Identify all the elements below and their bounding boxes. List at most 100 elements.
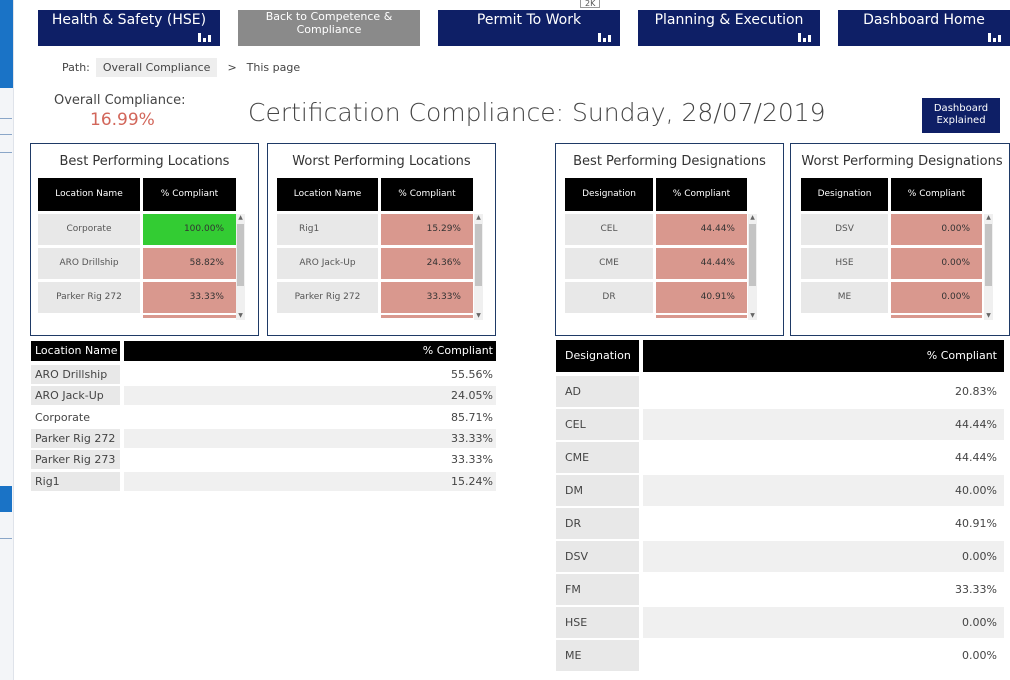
background-line	[0, 134, 12, 135]
scroll-down-icon[interactable]: ▼	[984, 312, 993, 320]
bar-chart-icon	[798, 32, 812, 42]
table-cell-value: 33.33%	[381, 282, 473, 313]
nav-planning-label: Planning & Execution	[654, 12, 804, 28]
panel-title: Best Performing Designations	[573, 154, 766, 169]
table-cell-name: Parker Rig 272	[31, 429, 120, 448]
scroll-down-icon[interactable]: ▼	[748, 312, 757, 320]
column-header[interactable]: Designation	[801, 178, 888, 211]
nav-hse-label: Health & Safety (HSE)	[51, 12, 207, 28]
table-row-partial	[656, 315, 747, 318]
top-badge: 2K	[580, 0, 601, 8]
background-line	[0, 118, 12, 119]
table-cell-value: 24.05%	[124, 386, 496, 405]
background-line	[0, 152, 12, 153]
column-header[interactable]: % Compliant	[656, 178, 747, 211]
bar-chart-icon	[198, 32, 212, 42]
table-cell-value: 100.00%	[143, 214, 236, 245]
table-cell-name: Parker Rig 272	[38, 282, 140, 313]
table-row-partial	[891, 315, 982, 318]
nav-permit-button[interactable]: Permit To Work	[438, 10, 620, 46]
table-cell-name: DR	[565, 282, 653, 313]
table-cell-name: DR	[556, 508, 639, 539]
table-cell-name: CME	[556, 442, 639, 473]
background-accent	[0, 486, 12, 512]
panel-scrollbar[interactable]: ▲ ▼	[474, 214, 483, 320]
table-cell-value: 44.44%	[643, 409, 1004, 440]
table-cell-value: 44.44%	[955, 451, 997, 464]
table-cell-name: FM	[556, 574, 639, 605]
table-cell-value: 40.00%	[643, 475, 1004, 506]
column-header[interactable]: % Compliant	[124, 341, 496, 361]
breadcrumb-current: This page	[246, 61, 301, 74]
table-cell-value: 15.24%	[124, 472, 496, 491]
scroll-thumb[interactable]	[985, 224, 992, 286]
table-cell-value: 15.29%	[381, 214, 473, 245]
scroll-down-icon[interactable]: ▼	[474, 312, 483, 320]
table-cell-value: 55.56%	[451, 368, 493, 381]
worst-designations-panel: Worst Performing Designations Designatio…	[790, 143, 1010, 336]
breadcrumb-overall-compliance[interactable]: Overall Compliance	[95, 58, 218, 77]
table-cell-name: ARO Drillship	[38, 248, 140, 279]
table-cell-name: DM	[556, 475, 639, 506]
table-cell-name: ARO Jack-Up	[31, 386, 120, 405]
column-header[interactable]: Designation	[565, 178, 653, 211]
scroll-up-icon[interactable]: ▲	[984, 214, 993, 222]
table-cell-name: CEL	[556, 409, 639, 440]
table-cell-value: 0.00%	[643, 541, 1004, 572]
table-cell-name: ME	[556, 640, 639, 671]
panel-scrollbar[interactable]: ▲ ▼	[236, 214, 245, 320]
column-header[interactable]: Location Name	[31, 341, 120, 361]
table-cell-name: ARO Drillship	[31, 365, 120, 384]
column-header[interactable]: Location Name	[38, 178, 140, 211]
table-cell-value: 40.91%	[955, 517, 997, 530]
table-cell-value: 44.44%	[656, 248, 747, 279]
nav-home-label: Dashboard Home	[863, 12, 985, 28]
best-locations-panel: Best Performing Locations Location Name …	[30, 143, 259, 336]
scroll-up-icon[interactable]: ▲	[236, 214, 245, 222]
column-header[interactable]: % Compliant	[143, 178, 236, 211]
background-line	[0, 538, 12, 539]
column-header[interactable]: Designation	[556, 340, 639, 372]
table-cell-value: 58.82%	[143, 248, 236, 279]
dashboard-explained-button[interactable]: Dashboard Explained	[922, 98, 1000, 133]
scroll-thumb[interactable]	[475, 224, 482, 286]
panel-scrollbar[interactable]: ▲ ▼	[748, 214, 757, 320]
table-cell-value: 0.00%	[891, 214, 982, 245]
bar-chart-icon	[988, 32, 1002, 42]
column-header[interactable]: % Compliant	[891, 178, 982, 211]
table-cell-value: 33.33%	[143, 282, 236, 313]
nav-home-button[interactable]: Dashboard Home	[838, 10, 1010, 46]
table-cell-value: 0.00%	[891, 248, 982, 279]
table-cell-name: Rig1	[277, 214, 378, 245]
nav-hse-button[interactable]: Health & Safety (HSE)	[38, 10, 220, 46]
nav-back-button[interactable]: Back to Competence & Compliance	[238, 10, 420, 46]
panel-scrollbar[interactable]: ▲ ▼	[984, 214, 993, 320]
scroll-thumb[interactable]	[749, 224, 756, 286]
table-cell-value: 20.83%	[955, 385, 997, 398]
column-header[interactable]: Location Name	[277, 178, 378, 211]
table-cell-name: CME	[565, 248, 653, 279]
table-cell-value: 44.44%	[656, 214, 747, 245]
table-cell-value: 33.33%	[955, 583, 997, 596]
table-cell-value: 85.71%	[451, 411, 493, 424]
column-header[interactable]: % Compliant	[643, 340, 1004, 372]
table-cell-name: HSE	[801, 248, 888, 279]
scroll-thumb[interactable]	[237, 224, 244, 286]
nav-planning-button[interactable]: Planning & Execution	[638, 10, 820, 46]
table-cell-name: DSV	[556, 541, 639, 572]
table-cell-value: 0.00%	[643, 607, 1004, 638]
column-header[interactable]: % Compliant	[381, 178, 473, 211]
table-cell-name: HSE	[556, 607, 639, 638]
table-cell-name: Corporate	[38, 214, 140, 245]
table-cell-name: AD	[556, 376, 639, 407]
table-cell-name: Parker Rig 273	[31, 450, 120, 469]
table-row-partial	[381, 315, 473, 318]
scroll-up-icon[interactable]: ▲	[474, 214, 483, 222]
table-cell-value: 40.91%	[656, 282, 747, 313]
scroll-up-icon[interactable]: ▲	[748, 214, 757, 222]
best-designations-panel: Best Performing Designations Designation…	[555, 143, 784, 336]
scroll-down-icon[interactable]: ▼	[236, 312, 245, 320]
table-cell-value: 0.00%	[891, 282, 982, 313]
breadcrumb: Path: Overall Compliance > This page	[62, 58, 300, 77]
table-cell-value: 0.00%	[962, 649, 997, 662]
